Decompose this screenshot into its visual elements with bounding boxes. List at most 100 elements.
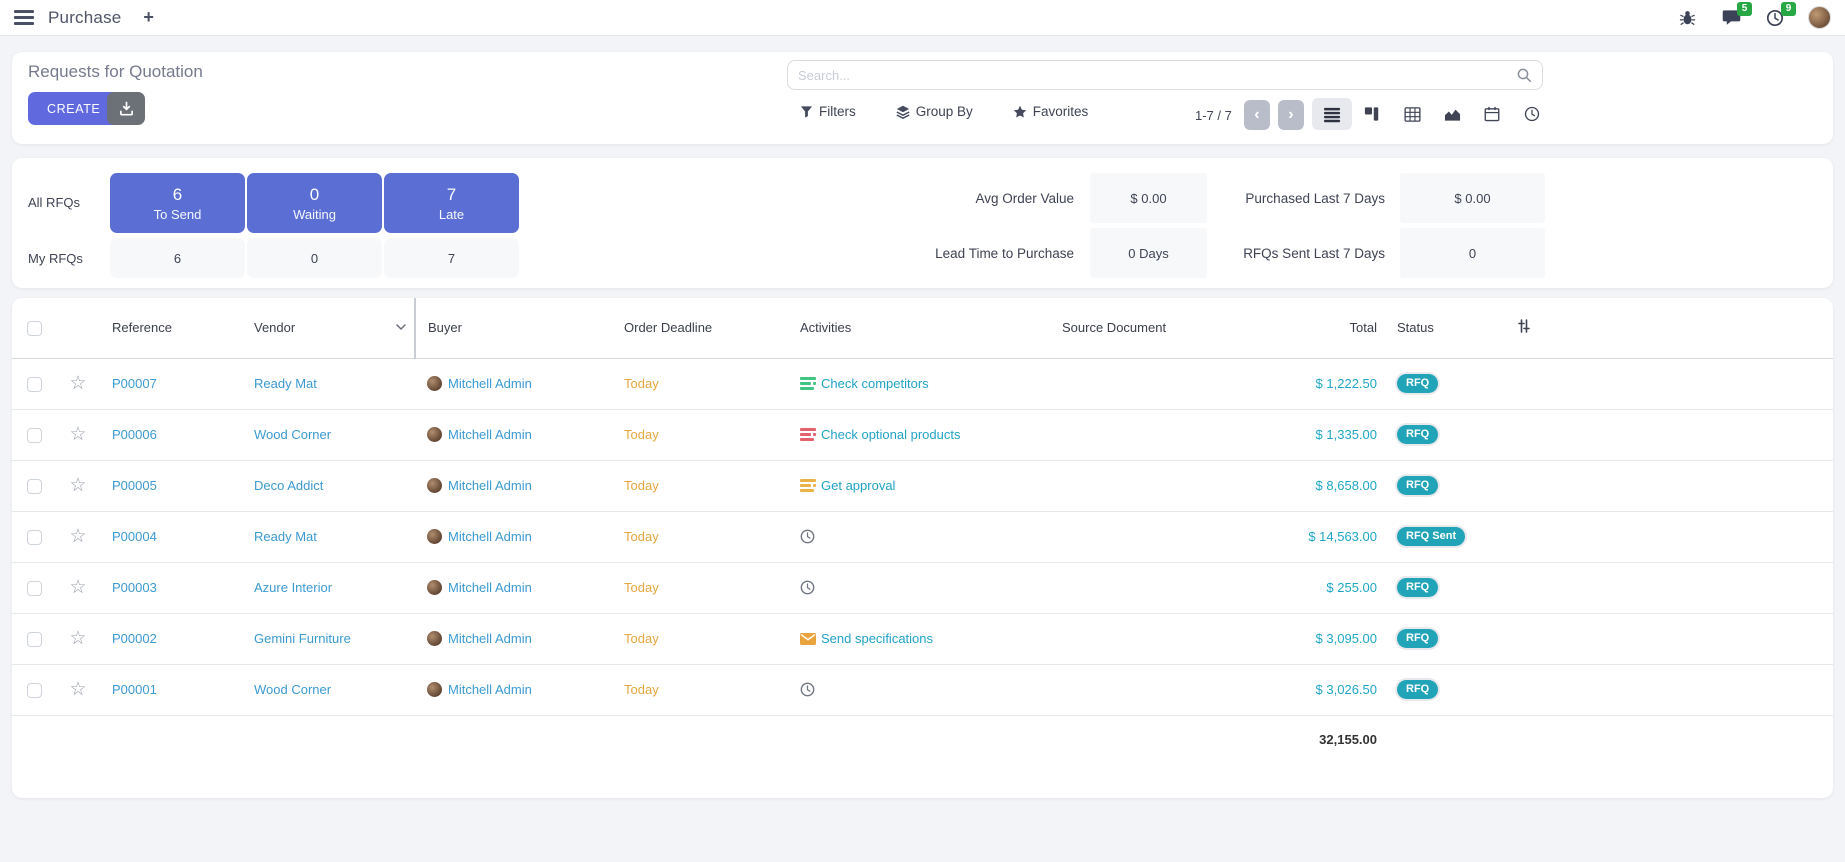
table-row[interactable]: ☆ P00006 Wood Corner Mitchell Admin Toda…	[12, 409, 1833, 460]
favorite-star-icon[interactable]: ☆	[69, 373, 86, 394]
column-source-document[interactable]: Source Document	[1050, 298, 1276, 358]
vendor-link[interactable]: Wood Corner	[254, 682, 331, 697]
activity-label[interactable]: Check optional products	[821, 427, 960, 442]
search-input[interactable]	[798, 68, 1516, 83]
pivot-view-button[interactable]	[1392, 98, 1432, 130]
row-checkbox[interactable]	[27, 632, 42, 647]
list-view-button[interactable]	[1312, 98, 1352, 130]
status-badge[interactable]: RFQ	[1397, 578, 1438, 597]
column-buyer[interactable]: Buyer	[415, 298, 612, 358]
activity-cell[interactable]	[800, 512, 1050, 562]
column-order-deadline[interactable]: Order Deadline	[612, 298, 788, 358]
vendor-link[interactable]: Gemini Furniture	[254, 631, 351, 646]
reference-link[interactable]: P00004	[112, 529, 157, 544]
status-badge[interactable]: RFQ	[1397, 374, 1438, 393]
column-activities[interactable]: Activities	[788, 298, 1050, 358]
table-row[interactable]: ☆ P00003 Azure Interior Mitchell Admin T…	[12, 562, 1833, 613]
row-checkbox[interactable]	[27, 479, 42, 494]
debug-bug-icon[interactable]	[1676, 7, 1698, 29]
status-badge[interactable]: RFQ	[1397, 476, 1438, 495]
favorite-star-icon[interactable]: ☆	[69, 679, 86, 700]
activity-label[interactable]: Get approval	[821, 478, 895, 493]
apps-menu-icon[interactable]	[14, 10, 34, 25]
select-all-checkbox[interactable]	[27, 321, 42, 336]
filters-button[interactable]: Filters	[800, 104, 856, 119]
pager-previous-button[interactable]: ‹	[1244, 100, 1270, 130]
vendor-link[interactable]: Ready Mat	[254, 529, 317, 544]
vendor-link[interactable]: Azure Interior	[254, 580, 332, 595]
column-status[interactable]: Status	[1377, 298, 1500, 358]
kpi-waiting[interactable]: 0Waiting	[247, 173, 382, 233]
calendar-view-button[interactable]	[1472, 98, 1512, 130]
buyer-link[interactable]: Mitchell Admin	[448, 682, 532, 697]
my-late[interactable]: 7	[384, 238, 519, 278]
group-by-button[interactable]: Group By	[896, 104, 973, 119]
reference-link[interactable]: P00003	[112, 580, 157, 595]
column-total[interactable]: Total	[1276, 298, 1377, 358]
activity-label[interactable]: Check competitors	[821, 376, 929, 391]
reference-link[interactable]: P00001	[112, 682, 157, 697]
kpi-to-send[interactable]: 6To Send	[110, 173, 245, 233]
plus-icon[interactable]: +	[143, 7, 154, 28]
table-row[interactable]: ☆ P00001 Wood Corner Mitchell Admin Toda…	[12, 664, 1833, 715]
reference-link[interactable]: P00002	[112, 631, 157, 646]
activity-label[interactable]: Send specifications	[821, 631, 933, 646]
row-checkbox[interactable]	[27, 530, 42, 545]
buyer-link[interactable]: Mitchell Admin	[448, 376, 532, 391]
favorite-star-icon[interactable]: ☆	[69, 475, 86, 496]
messages-icon[interactable]: 5	[1720, 7, 1742, 29]
reference-link[interactable]: P00006	[112, 427, 157, 442]
kpi-late[interactable]: 7Late	[384, 173, 519, 233]
row-checkbox[interactable]	[27, 428, 42, 443]
vendor-link[interactable]: Deco Addict	[254, 478, 323, 493]
column-reference[interactable]: Reference	[100, 298, 242, 358]
vendor-link[interactable]: Wood Corner	[254, 427, 331, 442]
status-badge[interactable]: RFQ	[1397, 425, 1438, 444]
reference-link[interactable]: P00005	[112, 478, 157, 493]
reference-link[interactable]: P00007	[112, 376, 157, 391]
my-to-send[interactable]: 6	[110, 238, 245, 278]
table-row[interactable]: ☆ P00002 Gemini Furniture Mitchell Admin…	[12, 613, 1833, 664]
activity-cell[interactable]	[800, 665, 1050, 715]
create-button[interactable]: CREATE	[28, 92, 119, 125]
table-row[interactable]: ☆ P00005 Deco Addict Mitchell Admin Toda…	[12, 460, 1833, 511]
row-checkbox[interactable]	[27, 377, 42, 392]
table-row[interactable]: ☆ P00007 Ready Mat Mitchell Admin Today …	[12, 358, 1833, 409]
activity-cell[interactable]	[800, 563, 1050, 613]
total-amount: $ 3,095.00	[1316, 631, 1377, 646]
buyer-link[interactable]: Mitchell Admin	[448, 631, 532, 646]
activity-cell[interactable]: Send specifications	[800, 614, 1050, 664]
buyer-link[interactable]: Mitchell Admin	[448, 478, 532, 493]
app-title[interactable]: Purchase	[48, 8, 121, 28]
activity-cell[interactable]: Check optional products	[800, 410, 1050, 460]
export-button[interactable]	[107, 92, 145, 125]
my-waiting[interactable]: 0	[247, 238, 382, 278]
row-checkbox[interactable]	[27, 683, 42, 698]
graph-view-button[interactable]	[1432, 98, 1472, 130]
buyer-link[interactable]: Mitchell Admin	[448, 427, 532, 442]
optional-columns-button[interactable]	[1517, 321, 1531, 336]
status-badge[interactable]: RFQ Sent	[1397, 527, 1465, 546]
favorite-star-icon[interactable]: ☆	[69, 526, 86, 547]
column-vendor[interactable]: Vendor	[242, 298, 415, 358]
status-badge[interactable]: RFQ	[1397, 680, 1438, 699]
buyer-link[interactable]: Mitchell Admin	[448, 580, 532, 595]
user-avatar[interactable]	[1808, 6, 1831, 29]
table-row[interactable]: ☆ P00004 Ready Mat Mitchell Admin Today …	[12, 511, 1833, 562]
activity-cell[interactable]: Get approval	[800, 461, 1050, 511]
activity-view-button[interactable]	[1512, 98, 1552, 130]
activities-clock-icon[interactable]: 9	[1764, 7, 1786, 29]
buyer-link[interactable]: Mitchell Admin	[448, 529, 532, 544]
vendor-link[interactable]: Ready Mat	[254, 376, 317, 391]
kanban-view-button[interactable]	[1352, 98, 1392, 130]
all-rfqs-label: All RFQs	[28, 195, 80, 210]
search-bar[interactable]	[787, 60, 1543, 90]
favorite-star-icon[interactable]: ☆	[69, 628, 86, 649]
activity-cell[interactable]: Check competitors	[800, 359, 1050, 409]
favorites-button[interactable]: Favorites	[1013, 104, 1089, 119]
status-badge[interactable]: RFQ	[1397, 629, 1438, 648]
pager-next-button[interactable]: ›	[1278, 100, 1304, 130]
row-checkbox[interactable]	[27, 581, 42, 596]
favorite-star-icon[interactable]: ☆	[69, 424, 86, 445]
favorite-star-icon[interactable]: ☆	[69, 577, 86, 598]
